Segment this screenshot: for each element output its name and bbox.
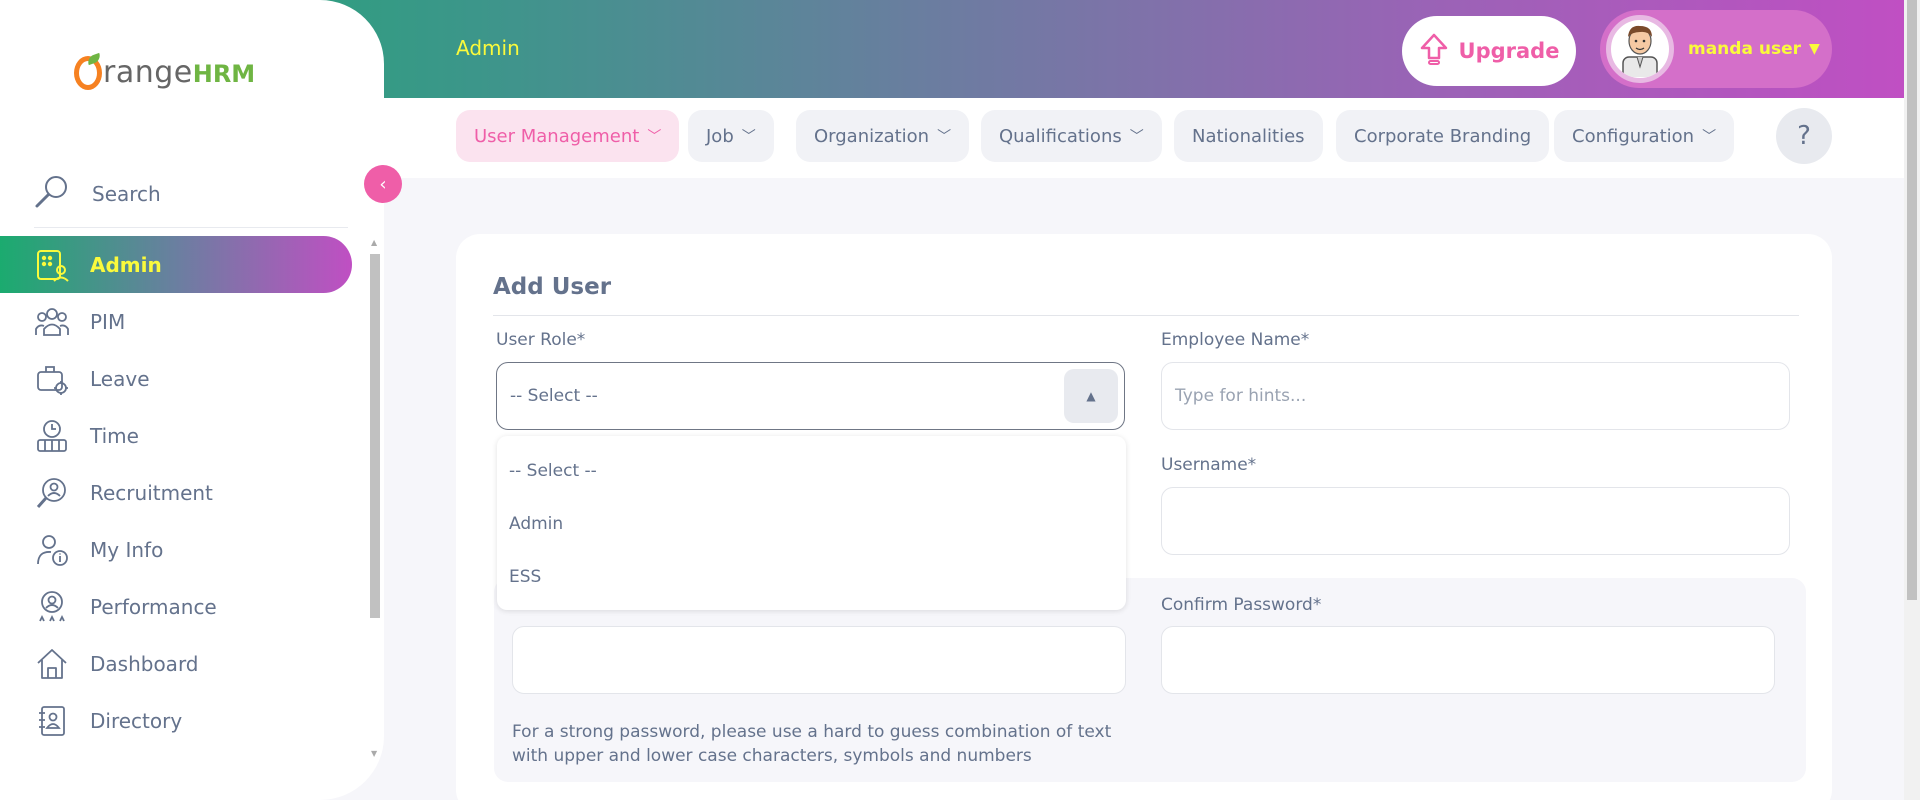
dashboard-icon bbox=[34, 646, 70, 682]
sidebar: rangeHRM Search Admin PIM Leave Time Rec… bbox=[0, 0, 384, 800]
sidebar-item-label: PIM bbox=[90, 309, 126, 334]
employee-name-input[interactable]: Type for hints... bbox=[1161, 362, 1790, 430]
recruitment-icon bbox=[34, 475, 70, 511]
dropdown-option[interactable]: Admin bbox=[497, 497, 1126, 550]
chevron-left-icon: ‹ bbox=[379, 173, 387, 195]
sidebar-item-leave[interactable]: Leave bbox=[0, 350, 384, 407]
sidebar-item-label: Dashboard bbox=[90, 651, 199, 676]
tab-label: Configuration bbox=[1572, 125, 1695, 147]
sidebar-scrollbar[interactable]: ▲ ▼ bbox=[368, 238, 380, 758]
chevron-down-icon: ﹀ bbox=[647, 129, 662, 145]
tab-label: Nationalities bbox=[1192, 125, 1305, 147]
sidebar-item-time[interactable]: Time bbox=[0, 407, 384, 464]
user-menu[interactable]: manda user ▼ bbox=[1600, 10, 1832, 88]
chevron-down-icon: ﹀ bbox=[1702, 129, 1717, 145]
scroll-up-icon[interactable]: ▲ bbox=[371, 238, 377, 247]
collapse-sidebar-button[interactable]: ‹ bbox=[364, 165, 402, 203]
password-hint: For a strong password, please use a hard… bbox=[512, 722, 1112, 766]
sidebar-item-pim[interactable]: PIM bbox=[0, 293, 384, 350]
tab-label: User Management bbox=[474, 125, 640, 147]
scrollbar-thumb[interactable] bbox=[370, 254, 380, 618]
sidebar-item-label: Directory bbox=[90, 708, 183, 733]
password-input[interactable] bbox=[512, 626, 1126, 694]
sidebar-item-label: Admin bbox=[90, 252, 162, 277]
upgrade-icon bbox=[1419, 32, 1449, 71]
tab-label: Job bbox=[706, 125, 734, 147]
top-nav: User Management ﹀ Job ﹀ Organization ﹀ Q… bbox=[384, 98, 1904, 178]
scroll-down-icon[interactable]: ▼ bbox=[371, 749, 377, 758]
tab-label: Organization bbox=[814, 125, 930, 147]
sidebar-item-admin[interactable]: Admin bbox=[0, 236, 352, 293]
tab-job[interactable]: Job ﹀ bbox=[688, 110, 774, 162]
user-role-value: -- Select -- bbox=[510, 386, 598, 406]
sidebar-item-directory[interactable]: Directory bbox=[0, 692, 384, 749]
pim-icon bbox=[34, 304, 70, 340]
dropdown-option[interactable]: -- Select -- bbox=[497, 444, 1126, 497]
avatar bbox=[1606, 15, 1674, 83]
sidebar-item-label: My Info bbox=[90, 537, 164, 562]
chevron-down-icon: ﹀ bbox=[741, 129, 756, 145]
scrollbar-thumb[interactable] bbox=[1907, 0, 1917, 600]
directory-icon bbox=[34, 703, 70, 739]
user-role-label: User Role* bbox=[496, 330, 586, 350]
sidebar-item-label: Time bbox=[90, 423, 139, 448]
divider bbox=[493, 315, 1799, 316]
my-info-icon bbox=[34, 532, 70, 568]
tab-nationalities[interactable]: Nationalities bbox=[1174, 110, 1323, 162]
user-role-select[interactable]: -- Select -- ▲ bbox=[496, 362, 1125, 430]
caret-up-icon[interactable]: ▲ bbox=[1064, 369, 1118, 423]
orangehrm-logo: rangeHRM bbox=[74, 48, 255, 90]
upgrade-button[interactable]: Upgrade bbox=[1402, 16, 1576, 86]
upgrade-label: Upgrade bbox=[1458, 39, 1560, 63]
user-name: manda user bbox=[1688, 39, 1801, 59]
username-input[interactable] bbox=[1161, 487, 1790, 555]
admin-icon bbox=[34, 247, 70, 283]
sidebar-item-recruitment[interactable]: Recruitment bbox=[0, 464, 384, 521]
tab-label: Corporate Branding bbox=[1354, 125, 1532, 147]
tab-corporate-branding[interactable]: Corporate Branding bbox=[1336, 110, 1550, 162]
username-label: Username* bbox=[1161, 455, 1257, 475]
dropdown-option[interactable]: ESS bbox=[497, 550, 1126, 603]
sidebar-search[interactable]: Search bbox=[34, 160, 348, 228]
leave-icon bbox=[34, 361, 70, 397]
sidebar-nav: Admin PIM Leave Time Recruitment My Info… bbox=[0, 236, 384, 749]
user-role-dropdown: -- Select -- Admin ESS bbox=[497, 436, 1126, 610]
confirm-password-label: Confirm Password* bbox=[1161, 595, 1322, 615]
help-button[interactable]: ? bbox=[1776, 108, 1832, 164]
sidebar-item-label: Performance bbox=[90, 594, 217, 619]
sidebar-item-label: Leave bbox=[90, 366, 150, 391]
tab-organization[interactable]: Organization ﹀ bbox=[796, 110, 970, 162]
search-icon bbox=[34, 174, 70, 214]
tab-label: Qualifications bbox=[999, 125, 1122, 147]
sidebar-item-label: Recruitment bbox=[90, 480, 213, 505]
time-icon bbox=[34, 418, 70, 454]
sidebar-item-performance[interactable]: Performance bbox=[0, 578, 384, 635]
performance-icon bbox=[34, 589, 70, 625]
tab-user-management[interactable]: User Management ﹀ bbox=[456, 110, 680, 162]
employee-name-placeholder: Type for hints... bbox=[1175, 386, 1307, 406]
employee-name-label: Employee Name* bbox=[1161, 330, 1310, 350]
tab-qualifications[interactable]: Qualifications ﹀ bbox=[981, 110, 1162, 162]
sidebar-item-my-info[interactable]: My Info bbox=[0, 521, 384, 578]
page-title: Admin bbox=[456, 36, 520, 60]
confirm-password-input[interactable] bbox=[1161, 626, 1775, 694]
chevron-down-icon: ﹀ bbox=[937, 129, 952, 145]
search-label: Search bbox=[92, 181, 161, 206]
sidebar-item-dashboard[interactable]: Dashboard bbox=[0, 635, 384, 692]
chevron-down-icon: ﹀ bbox=[1129, 129, 1144, 145]
tab-configuration[interactable]: Configuration ﹀ bbox=[1554, 110, 1735, 162]
caret-down-icon: ▼ bbox=[1808, 41, 1820, 57]
page-scrollbar[interactable] bbox=[1904, 0, 1920, 800]
form-title: Add User bbox=[493, 274, 612, 300]
